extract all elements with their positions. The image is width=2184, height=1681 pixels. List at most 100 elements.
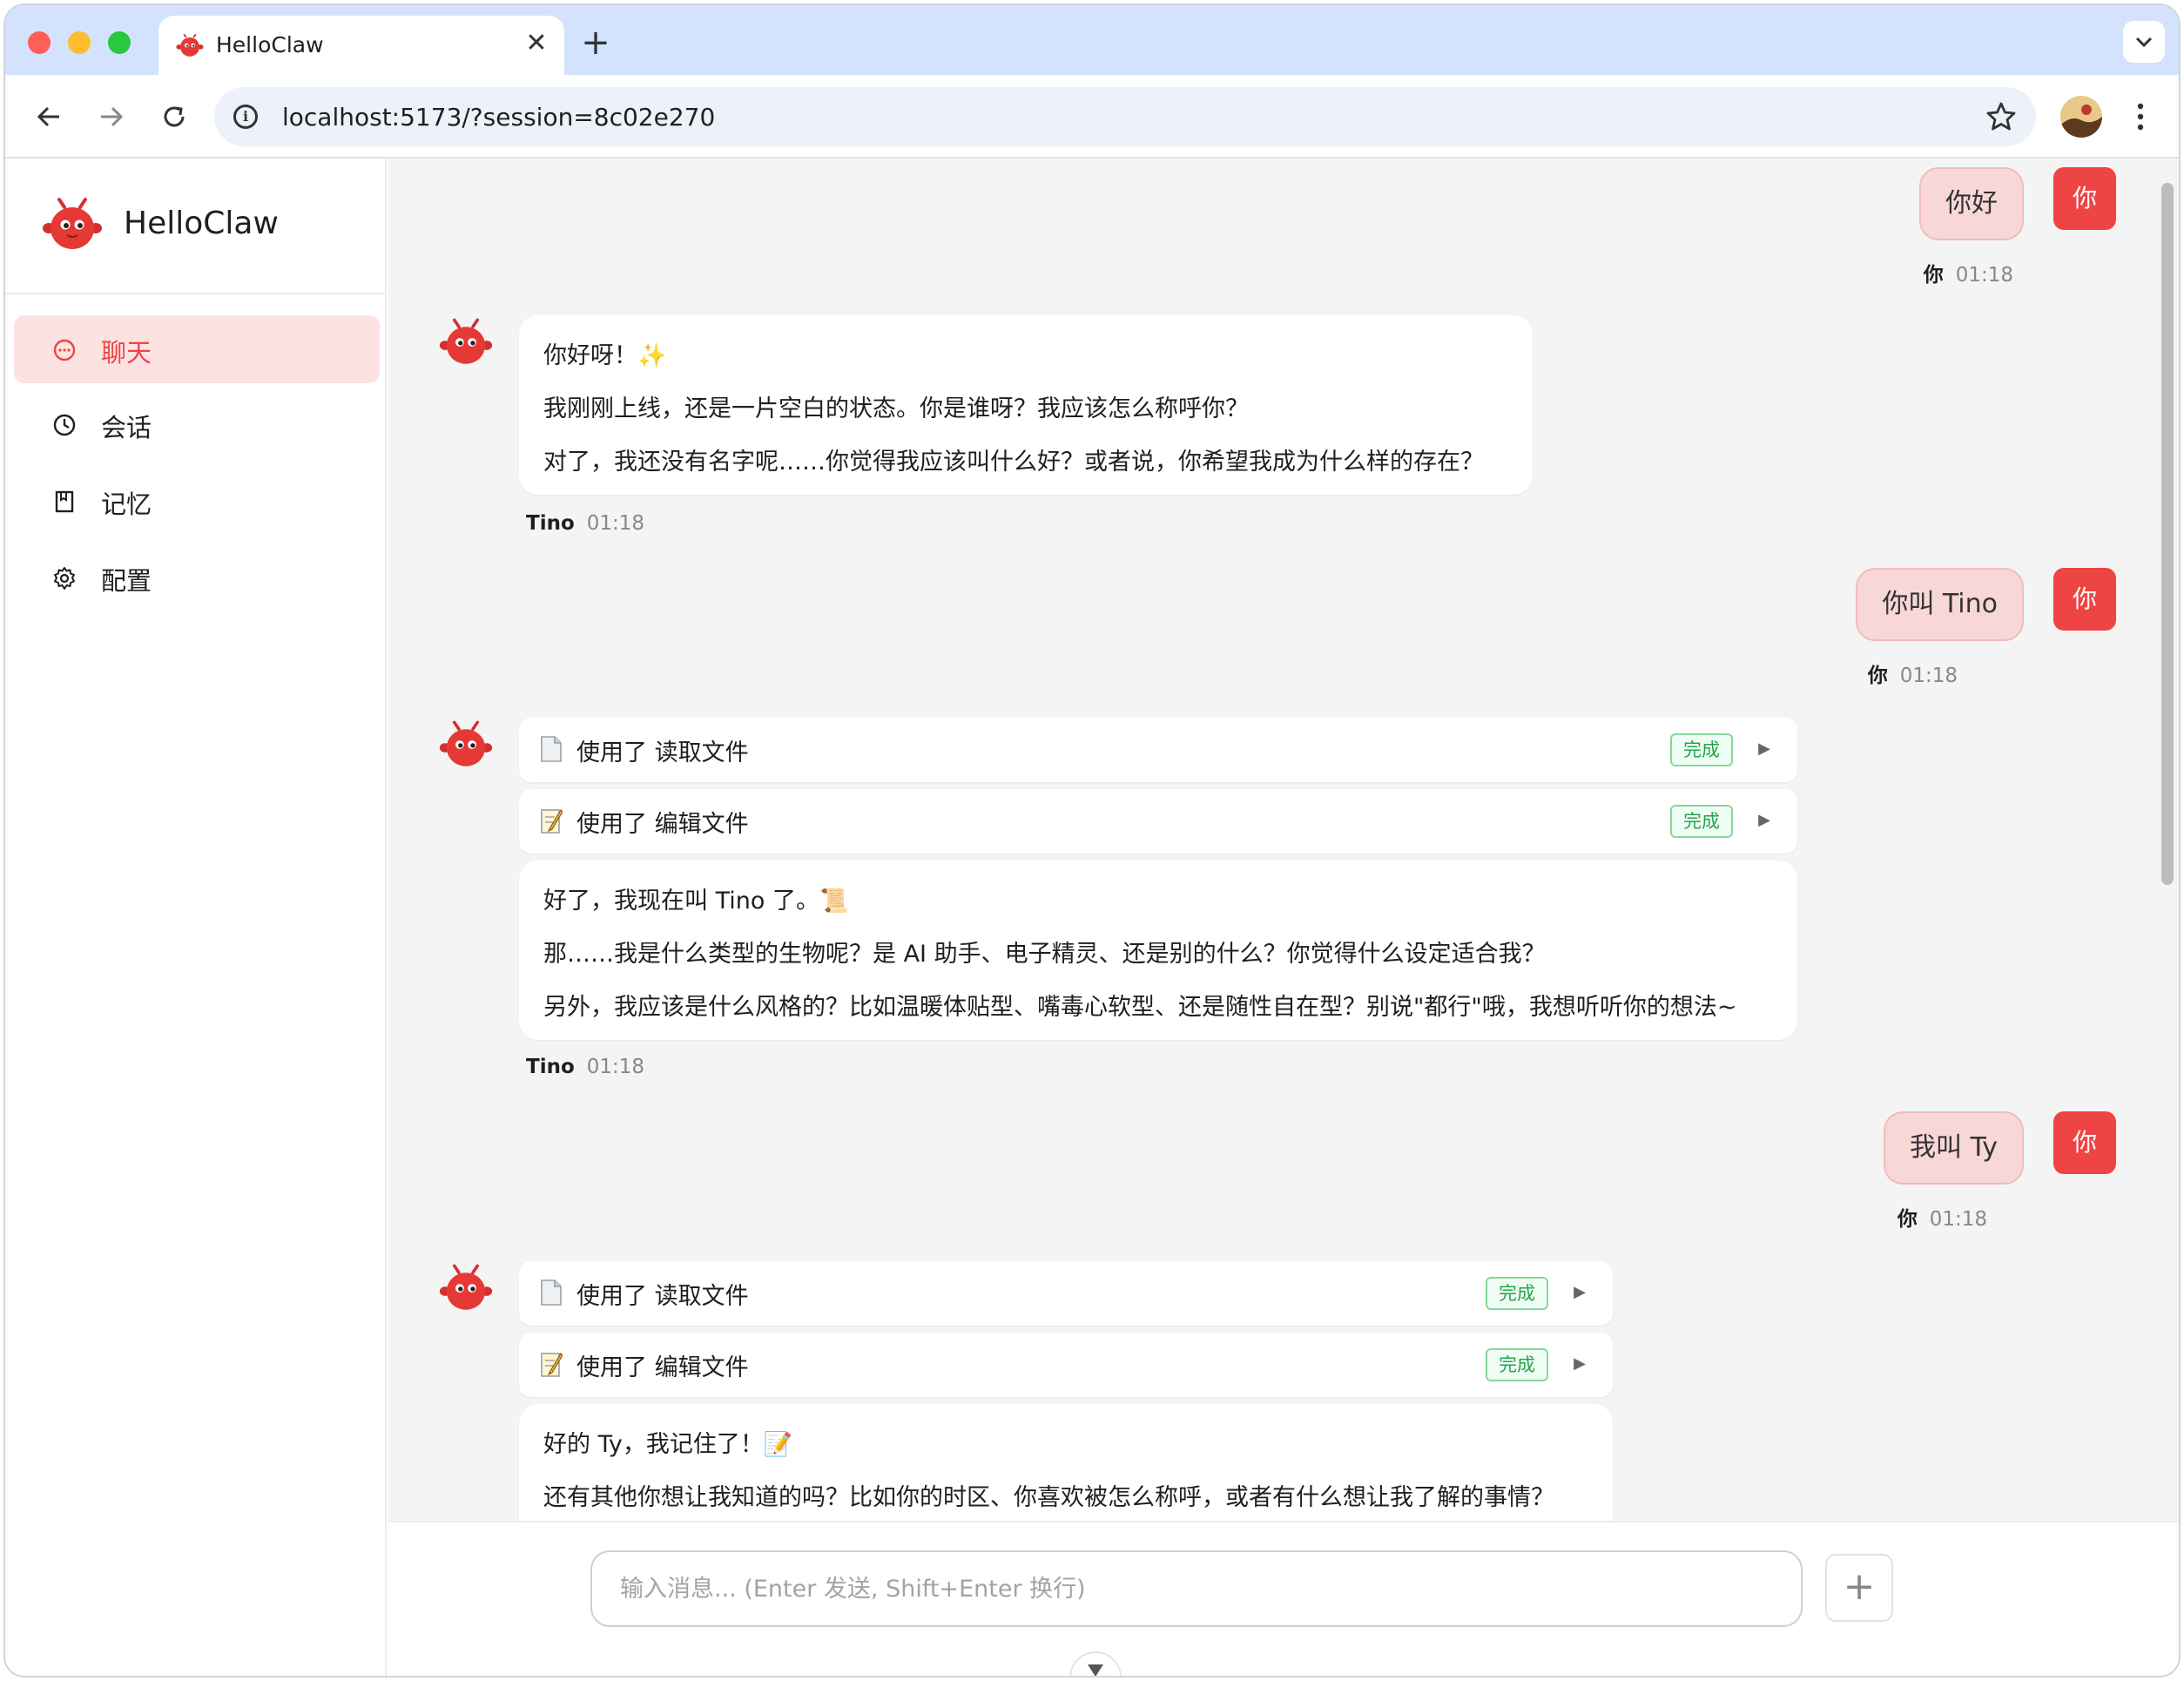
tool-call-label: 使用了 读取文件 <box>576 1283 749 1310</box>
sidebar-item-sessions[interactable]: 会话 <box>14 390 380 458</box>
message-time: 01:18 <box>1929 1208 1987 1231</box>
tab-search-button[interactable] <box>2123 21 2165 63</box>
brand-header: HelloClaw <box>5 159 385 294</box>
bookmark-star-icon[interactable] <box>1985 101 2017 132</box>
user-message-bubble: 你叫 Tino <box>1856 568 2024 641</box>
tool-call-card[interactable]: 使用了 编辑文件 完成 ▶ <box>519 1333 1613 1397</box>
message-time: 01:18 <box>586 1056 645 1078</box>
gear-icon <box>54 567 75 590</box>
app-root: HelloClaw 聊天 会话 记忆 配置 你好 你 你 01:18 你好呀！✨… <box>5 159 2179 1676</box>
new-tab-button[interactable]: + <box>576 24 615 63</box>
tab-close-icon[interactable]: ✕ <box>521 28 552 59</box>
chevron-down-icon <box>1088 1664 1103 1676</box>
site-info-icon[interactable]: i <box>233 105 258 129</box>
tool-status-badge: 完成 <box>1670 733 1733 766</box>
user-avatar: 你 <box>2053 167 2116 230</box>
expand-triangle-icon[interactable]: ▶ <box>1569 1352 1590 1376</box>
composer-bar: + <box>388 1521 2179 1676</box>
browser-toolbar: i localhost:5173/?session=8c02e270 <box>5 75 2179 159</box>
brand-name: HelloClaw <box>124 206 279 241</box>
sender-name: 你 <box>1923 264 1944 287</box>
tool-status-badge: 完成 <box>1486 1277 1548 1310</box>
bookmark-icon <box>55 490 74 513</box>
user-avatar: 你 <box>2053 568 2116 631</box>
message-meta: 你 01:18 <box>1924 258 2013 287</box>
expand-triangle-icon[interactable]: ▶ <box>1569 1280 1590 1305</box>
tino-avatar-icon <box>439 1264 493 1310</box>
browser-menu-button[interactable] <box>2130 94 2151 139</box>
minimize-window-button[interactable] <box>68 31 91 54</box>
attach-button[interactable]: + <box>1825 1554 1893 1622</box>
sidebar: HelloClaw 聊天 会话 记忆 配置 <box>5 159 387 1676</box>
assistant-message-bubble: 好了，我现在叫 Tino 了。📜 那……我是什么类型的生物呢？是 AI 助手、电… <box>519 861 1797 1040</box>
message-line: 对了，我还没有名字呢……你觉得我应该叫什么好？或者说，你希望我成为什么样的存在？ <box>543 449 1484 476</box>
arrow-left-icon <box>37 106 59 127</box>
tool-call-label: 使用了 编辑文件 <box>576 1354 749 1381</box>
memo-icon <box>541 809 563 834</box>
sender-name: Tino <box>526 512 575 535</box>
sidebar-item-label: 会话 <box>101 413 152 442</box>
sidebar-item-chat[interactable]: 聊天 <box>14 315 380 383</box>
tool-call-card[interactable]: 使用了 读取文件 完成 ▶ <box>519 1261 1613 1326</box>
sidebar-item-settings[interactable]: 配置 <box>14 543 380 611</box>
back-button[interactable] <box>28 96 70 138</box>
message-line: 还有其他你想让我知道的吗？比如你的时区、你喜欢被怎么称呼，或者有什么想让我了解的… <box>543 1484 1554 1511</box>
browser-tab[interactable]: HelloClaw ✕ <box>158 16 564 78</box>
message-line: 你好呀！✨ <box>543 342 667 369</box>
sidebar-item-memory[interactable]: 记忆 <box>14 467 380 535</box>
message-line: 那……我是什么类型的生物呢？是 AI 助手、电子精灵、还是别的什么？你觉得什么设… <box>543 941 1546 968</box>
memo-icon <box>541 1353 563 1377</box>
tino-avatar-icon <box>439 318 493 364</box>
forward-button[interactable] <box>91 96 132 138</box>
document-icon <box>541 1279 562 1306</box>
chat-scrollbar[interactable] <box>2161 183 2174 885</box>
sidebar-item-label: 聊天 <box>101 338 152 368</box>
message-time: 01:18 <box>1955 264 2013 287</box>
expand-triangle-icon[interactable]: ▶ <box>1754 737 1775 761</box>
message-input[interactable] <box>590 1550 1803 1627</box>
message-line: 好的 Ty，我记住了！📝 <box>543 1431 793 1458</box>
tool-call-label: 使用了 编辑文件 <box>576 811 749 838</box>
scroll-to-bottom-button[interactable] <box>1069 1651 1122 1676</box>
assistant-message-bubble: 你好呀！✨ 我刚刚上线，还是一片空白的状态。你是谁呀？我应该怎么称呼你？ 对了，… <box>519 315 1533 495</box>
message-time: 01:18 <box>586 512 645 535</box>
reload-icon <box>164 106 185 127</box>
url-text[interactable]: localhost:5173/?session=8c02e270 <box>282 103 715 132</box>
profile-avatar[interactable] <box>2060 96 2102 138</box>
maximize-window-button[interactable] <box>108 31 131 54</box>
user-avatar: 你 <box>2053 1111 2116 1174</box>
helloclaw-logo-icon <box>43 198 102 249</box>
reload-button[interactable] <box>153 96 195 138</box>
sender-name: 你 <box>1867 665 1888 687</box>
message-meta: Tino 01:18 <box>526 1056 644 1078</box>
message-meta: 你 01:18 <box>1898 1202 1987 1232</box>
message-time: 01:18 <box>1899 665 1958 687</box>
sender-name: 你 <box>1897 1208 1918 1231</box>
tino-avatar-icon <box>439 720 493 766</box>
helloclaw-logo-icon <box>176 33 204 57</box>
clock-icon <box>53 414 76 436</box>
profile-picture-icon <box>2060 96 2102 138</box>
tool-call-card[interactable]: 使用了 读取文件 完成 ▶ <box>519 718 1797 782</box>
arrow-right-icon <box>101 106 124 127</box>
chat-panel: 你好 你 你 01:18 你好呀！✨ 我刚刚上线，还是一片空白的状态。你是谁呀？我… <box>388 159 2179 1676</box>
message-meta: 你 01:18 <box>1868 658 1958 688</box>
tool-status-badge: 完成 <box>1486 1348 1548 1381</box>
address-bar[interactable]: i localhost:5173/?session=8c02e270 <box>214 87 2036 146</box>
user-message-bubble: 你好 <box>1919 167 2024 240</box>
user-message-bubble: 我叫 Ty <box>1884 1111 2024 1185</box>
expand-triangle-icon[interactable]: ▶ <box>1754 808 1775 833</box>
sidebar-item-label: 配置 <box>101 566 152 596</box>
tab-title: HelloClaw <box>216 32 324 57</box>
tool-call-card[interactable]: 使用了 编辑文件 完成 ▶ <box>519 789 1797 854</box>
chevron-down-icon <box>2135 37 2153 48</box>
tab-strip: HelloClaw ✕ + <box>5 5 2179 78</box>
message-line: 我刚刚上线，还是一片空白的状态。你是谁呀？我应该怎么称呼你？ <box>543 395 1249 422</box>
tool-call-label: 使用了 读取文件 <box>576 739 749 766</box>
tool-status-badge: 完成 <box>1670 805 1733 838</box>
document-icon <box>541 736 562 762</box>
sidebar-item-label: 记忆 <box>101 489 152 519</box>
close-window-button[interactable] <box>28 31 51 54</box>
message-line: 好了，我现在叫 Tino 了。📜 <box>543 888 849 915</box>
more-vertical-icon <box>2137 103 2144 131</box>
